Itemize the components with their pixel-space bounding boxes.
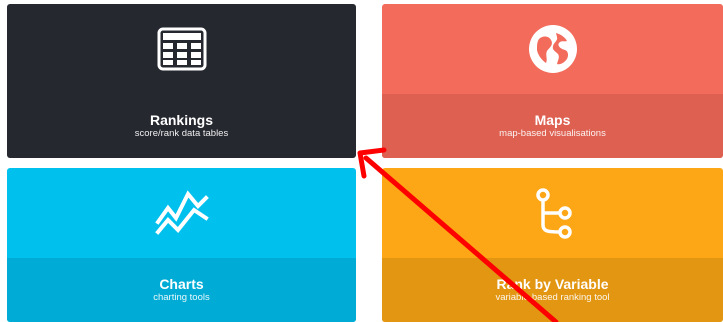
maps-subtitle: map-based visualisations bbox=[499, 128, 606, 139]
maps-tile[interactable]: Maps map-based visualisations bbox=[382, 4, 723, 158]
rank-by-variable-title: Rank by Variable bbox=[496, 276, 609, 292]
rank-by-variable-subtitle: variable-based ranking tool bbox=[495, 292, 610, 303]
maps-title: Maps bbox=[534, 112, 571, 128]
rankings-tile[interactable]: Rankings score/rank data tables bbox=[7, 4, 356, 158]
charts-title: Charts bbox=[159, 276, 204, 292]
branch-icon bbox=[382, 188, 723, 239]
line-chart-icon bbox=[7, 188, 356, 238]
rankings-subtitle: score/rank data tables bbox=[134, 128, 229, 139]
rank-by-variable-tile[interactable]: Rank by Variable variable-based ranking … bbox=[382, 168, 723, 322]
globe-icon bbox=[382, 24, 723, 74]
rankings-title: Rankings bbox=[149, 112, 213, 128]
charts-subtitle: charting tools bbox=[153, 292, 210, 303]
charts-tile[interactable]: Charts charting tools bbox=[7, 168, 356, 322]
table-grid-icon bbox=[7, 24, 356, 74]
